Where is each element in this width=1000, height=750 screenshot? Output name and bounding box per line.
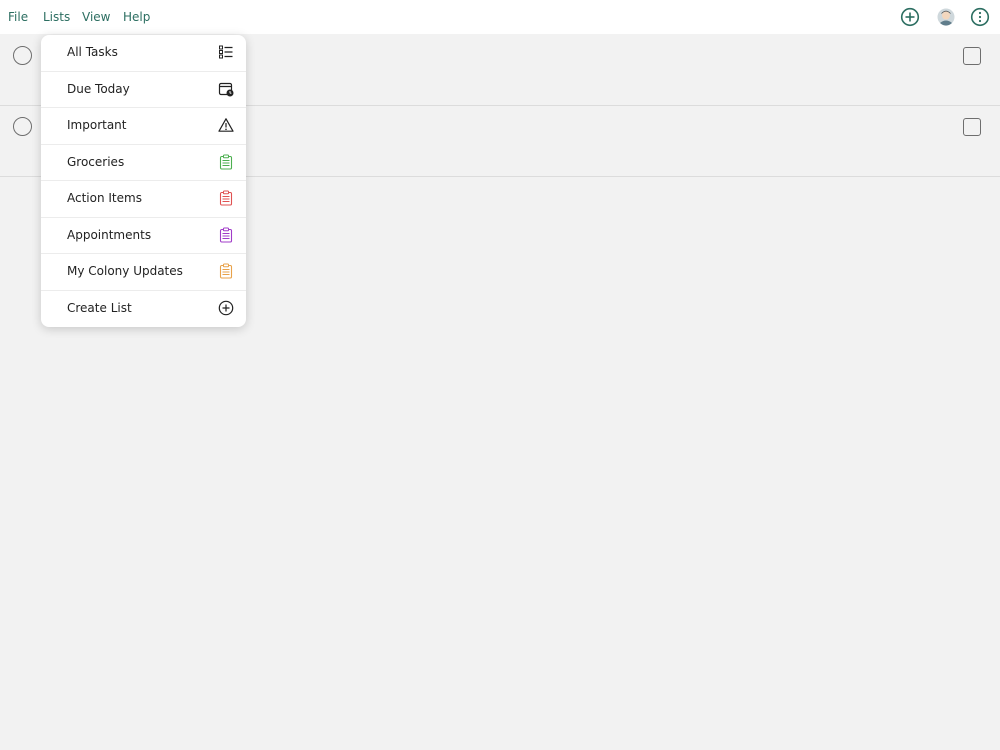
info-icon[interactable] [970, 7, 990, 27]
list-item-label: My Colony Updates [67, 264, 183, 278]
menu-bar: File Lists View Help [0, 0, 1000, 34]
menu-view[interactable]: View [82, 10, 110, 24]
list-icon [218, 44, 234, 60]
list-item-label: Groceries [67, 154, 125, 169]
clipboard-icon [218, 154, 234, 170]
lists-dropdown-menu: All Tasks Due Today Important Groceries … [41, 35, 246, 327]
task-complete-radio[interactable] [13, 117, 32, 136]
task-select-checkbox[interactable] [963, 47, 981, 65]
avatar-icon[interactable] [936, 7, 956, 27]
add-circle-icon[interactable] [900, 7, 920, 27]
list-item-all-tasks[interactable]: All Tasks [41, 35, 246, 72]
list-item-create-list[interactable]: Create List [41, 291, 246, 328]
menu-help[interactable]: Help [123, 10, 150, 24]
clipboard-icon [218, 190, 234, 206]
list-item-my-colony-updates[interactable]: My Colony Updates [41, 254, 246, 291]
task-select-checkbox[interactable] [963, 118, 981, 136]
list-item-appointments[interactable]: Appointments [41, 218, 246, 254]
list-item-label: Important [67, 118, 127, 132]
task-complete-radio[interactable] [13, 46, 32, 65]
list-item-action-items[interactable]: Action Items [41, 181, 246, 218]
warning-icon [218, 117, 234, 133]
list-item-label: All Tasks [67, 45, 118, 59]
clipboard-icon [218, 227, 234, 243]
menu-file[interactable]: File [8, 10, 28, 24]
list-item-label: Due Today [67, 81, 130, 96]
list-item-label: Create List [67, 300, 132, 315]
list-item-due-today[interactable]: Due Today [41, 72, 246, 108]
add-circle-icon [218, 300, 234, 316]
list-item-label: Action Items [67, 191, 142, 205]
list-item-label: Appointments [67, 227, 152, 242]
calendar-clock-icon [218, 81, 234, 97]
list-item-important[interactable]: Important [41, 108, 246, 145]
clipboard-icon [218, 263, 234, 279]
list-item-groceries[interactable]: Groceries [41, 145, 246, 181]
menu-lists[interactable]: Lists [43, 10, 70, 24]
